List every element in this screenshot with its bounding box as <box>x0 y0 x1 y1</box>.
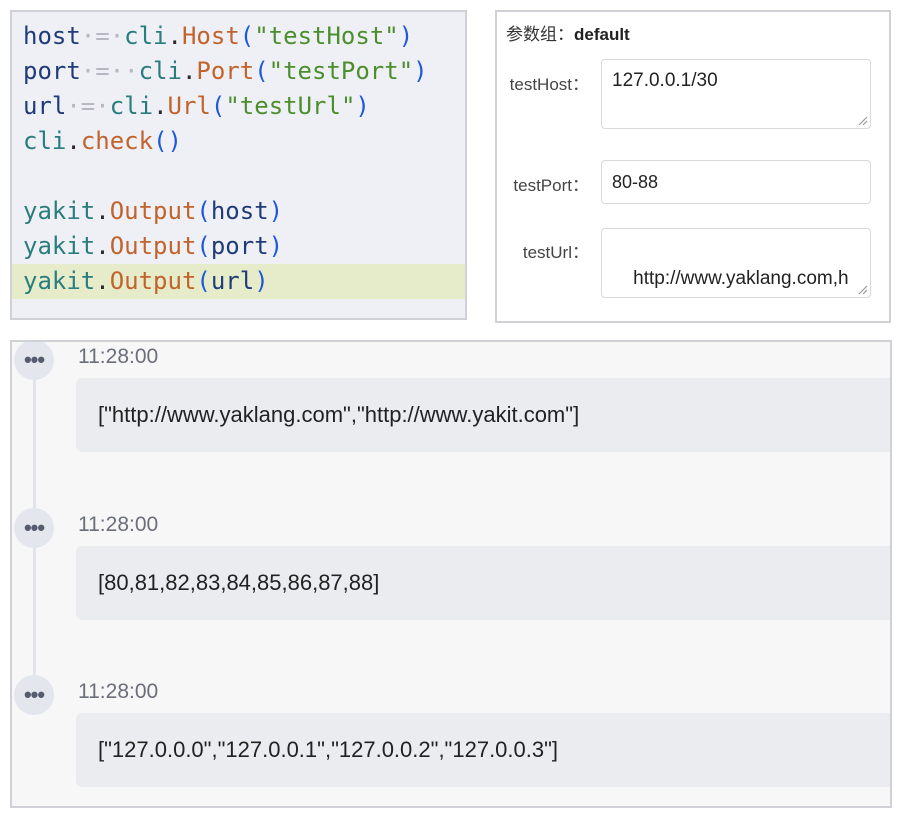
code-token: cli <box>23 127 67 155</box>
code-token: url <box>210 267 255 295</box>
code-token: host <box>23 22 81 50</box>
code-token: ·=·· <box>80 57 139 85</box>
code-line-2[interactable]: port·=··cli.Port("testPort") <box>12 54 465 89</box>
test-url-textarea[interactable]: http://www.yaklang.com,h ttp://www.yakit… <box>601 228 871 298</box>
test-url-label: testUrl： <box>522 243 589 262</box>
log-output: [80,81,82,83,84,85,86,87,88] <box>76 546 890 620</box>
log-time: 11:28:00 <box>78 513 159 536</box>
more-dots-icon[interactable]: ••• <box>14 342 54 380</box>
code-token: ·=· <box>80 22 125 50</box>
code-line-4[interactable]: cli.check() <box>12 124 465 159</box>
code-token: yakit <box>23 267 96 295</box>
code-token: port <box>23 57 81 85</box>
code-line-1[interactable]: host·=·cli.Host("testHost") <box>12 19 465 54</box>
code-token: "testPort" <box>268 57 414 85</box>
code-token: Url <box>167 92 211 120</box>
code-token: cli <box>109 92 154 120</box>
code-token: Host <box>181 22 240 50</box>
code-token: Port <box>196 57 255 85</box>
code-line-3[interactable]: url·=·cli.Url("testUrl") <box>12 89 465 124</box>
resize-grip-icon[interactable] <box>856 114 868 126</box>
output-log[interactable]: ••• 11:28:00 ["http://www.yaklang.com","… <box>10 340 892 808</box>
code-token: ·=· <box>66 92 110 120</box>
test-port-label: testPort： <box>513 176 589 195</box>
log-output: ["http://www.yaklang.com","http://www.ya… <box>76 378 890 452</box>
code-token: url <box>23 92 67 120</box>
code-token: Output <box>109 232 197 260</box>
test-host-value: 127.0.0.1/30 <box>612 70 718 91</box>
test-host-label: testHost： <box>509 75 589 94</box>
code-token: yakit <box>23 232 96 260</box>
test-port-input[interactable]: 80-88 <box>601 160 871 204</box>
param-group-title: 参数组：default <box>506 20 630 45</box>
code-token: "testHost" <box>254 22 399 50</box>
test-port-value: 80-88 <box>612 172 659 192</box>
code-token: host <box>210 197 269 225</box>
code-token: Output <box>109 267 197 295</box>
code-line-8[interactable]: yakit.Output(url) <box>12 264 465 299</box>
param-group-name: default <box>574 25 630 44</box>
log-time: 11:28:00 <box>78 345 159 368</box>
code-line-6[interactable]: yakit.Output(host) <box>12 194 465 229</box>
param-panel: 参数组：default testHost： 127.0.0.1/30 testP… <box>495 10 891 323</box>
code-token: Output <box>109 197 197 225</box>
log-output: ["127.0.0.0","127.0.0.1","127.0.0.2","12… <box>76 713 890 787</box>
code-token: cli <box>124 22 168 50</box>
code-token: yakit <box>23 197 96 225</box>
test-host-textarea[interactable]: 127.0.0.1/30 <box>601 59 871 129</box>
resize-grip-icon[interactable] <box>856 283 868 295</box>
code-token: "testUrl" <box>225 92 356 120</box>
code-token: cli <box>138 57 182 85</box>
code-token: port <box>210 232 269 260</box>
param-group-label: 参数组： <box>506 25 574 44</box>
more-dots-icon[interactable]: ••• <box>14 508 54 548</box>
more-dots-icon[interactable]: ••• <box>14 675 54 715</box>
code-line-7[interactable]: yakit.Output(port) <box>12 229 465 264</box>
code-editor[interactable]: host·=·cli.Host("testHost") port·=··cli.… <box>10 10 467 320</box>
code-token: check <box>80 127 154 155</box>
test-url-value: http://www.yaklang.com,h ttp://www.yakit… <box>633 268 849 289</box>
log-time: 11:28:00 <box>78 680 159 703</box>
